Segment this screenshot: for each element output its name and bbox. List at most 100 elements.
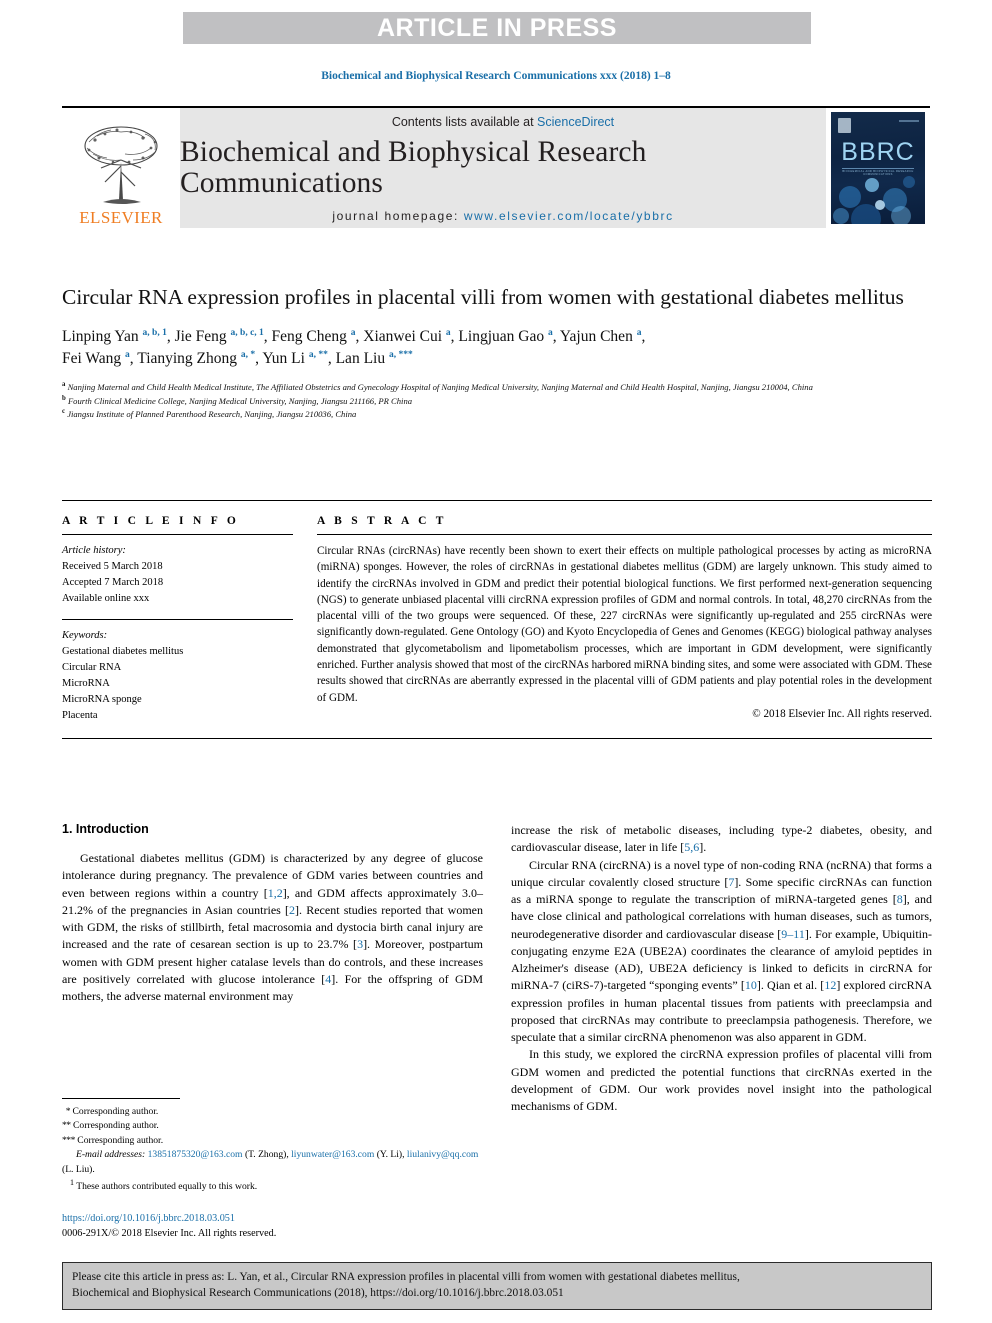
email-addresses-label: E-mail addresses: (76, 1149, 146, 1161)
affiliation-marker: c (62, 408, 66, 416)
elsevier-wordmark: ELSEVIER (79, 208, 163, 227)
article-history-block: Article history: Received 5 March 2018 A… (62, 543, 293, 607)
cover-bubble (865, 178, 879, 192)
cover-top-rule (899, 120, 919, 122)
cover-divider (842, 168, 914, 169)
keyword-item: MicroRNA sponge (62, 693, 142, 705)
footnote-equal-contribution: 1 These authors contributed equally to t… (62, 1177, 483, 1195)
bbrc-cover-title: BBRC (841, 138, 915, 166)
doi-link[interactable]: https://doi.org/10.1016/j.bbrc.2018.03.0… (62, 1211, 483, 1226)
footnote-corresponding-3: *** Corresponding author. (62, 1134, 483, 1148)
elsevier-logo: ELSEVIER (62, 108, 180, 228)
email-link-li[interactable]: liyunwater@163.com (291, 1149, 374, 1160)
keyword-item: MicroRNA (62, 677, 110, 689)
affiliation-text: Fourth Clinical Medicine College, Nanjin… (67, 395, 413, 406)
journal-masthead: ELSEVIER Contents lists available at Sci… (62, 106, 930, 228)
footnote-emails: E-mail addresses: 13851875320@163.com (T… (62, 1149, 479, 1175)
email-owner-liu: (L. Liu) (62, 1163, 93, 1175)
article-in-press-label: ARTICLE IN PRESS (377, 13, 617, 42)
affiliation-marker: a (62, 380, 66, 388)
doi-block: https://doi.org/10.1016/j.bbrc.2018.03.0… (62, 1211, 483, 1242)
info-abstract-band: A R T I C L E I N F O Article history: R… (62, 500, 932, 739)
footnote-separator (62, 1098, 180, 1099)
section-heading-introduction: 1. Introduction (62, 822, 149, 836)
email-link-liu[interactable]: liulanivy@qq.com (407, 1149, 478, 1160)
keyword-item: Placenta (62, 709, 98, 721)
elsevier-tree-icon (84, 126, 158, 204)
footnotes-block: * Corresponding author. ** Corresponding… (62, 1098, 483, 1241)
issn-copyright: 0006-291X/© 2018 Elsevier Inc. All right… (62, 1227, 277, 1239)
author-line-1: Linping Yan a, b, 1, Jie Feng a, b, c, 1… (62, 327, 646, 345)
affiliation-item: a Nanjing Maternal and Child Health Medi… (62, 380, 932, 394)
cover-bubble (839, 186, 861, 208)
bbrc-cover-image: BBRC BIOCHEMICAL AND BIOPHYSICAL RESEARC… (831, 112, 925, 224)
cite-line-2: Biochemical and Biophysical Research Com… (72, 1287, 564, 1300)
email-owner-zhong: (T. Zhong) (244, 1149, 287, 1161)
triple-asterisk-icon: *** (62, 1134, 75, 1146)
abstract-text: Circular RNAs (circRNAs) have recently b… (317, 545, 932, 704)
keyword-item: Circular RNA (62, 661, 122, 673)
title-block: Circular RNA expression profiles in plac… (62, 284, 932, 421)
affiliation-marker: b (62, 394, 66, 402)
affiliation-text: Nanjing Maternal and Child Health Medica… (67, 381, 813, 392)
footnote-corresponding-2: ** Corresponding author. (62, 1119, 483, 1133)
elsevier-mark-icon (838, 118, 851, 133)
email-owner-li: (Y. Li) (376, 1149, 403, 1161)
intro-paragraph-right-1: increase the risk of metabolic diseases,… (511, 823, 932, 855)
footnote-text: Corresponding author. (72, 1106, 159, 1117)
article-in-press-banner: ARTICLE IN PRESS (183, 12, 811, 44)
double-asterisk-icon: ** (62, 1120, 71, 1132)
affiliation-list: a Nanjing Maternal and Child Health Medi… (62, 380, 932, 421)
asterisk-icon: * (62, 1106, 71, 1117)
footnote-text: Corresponding author. (73, 1120, 159, 1132)
cite-line-1: Please cite this article in press as: L.… (72, 1271, 740, 1283)
affiliation-item: c Jiangsu Institute of Planned Parenthoo… (62, 407, 932, 421)
keywords-block: Keywords: Gestational diabetes mellitus … (62, 628, 293, 724)
footnote-marker: 1 (70, 1177, 74, 1187)
cover-bubble (875, 200, 885, 210)
keyword-item: Gestational diabetes mellitus (62, 645, 184, 657)
journal-title: Biochemical and Biophysical Research Com… (180, 136, 647, 199)
affiliation-item: b Fourth Clinical Medicine College, Nanj… (62, 394, 932, 408)
article-history-item: Accepted 7 March 2018 (62, 576, 164, 588)
contents-prefix: Contents lists available at (391, 115, 538, 130)
footnote-text: These authors contributed equally to thi… (76, 1181, 258, 1193)
abstract-heading: A B S T R A C T (317, 515, 447, 527)
contents-available-line: Contents lists available at ScienceDirec… (392, 115, 614, 129)
sciencedirect-link[interactable]: ScienceDirect (537, 115, 614, 129)
intro-paragraph-right-3: In this study, we explored the circRNA e… (511, 1047, 932, 1114)
abstract-copyright: © 2018 Elsevier Inc. All rights reserved… (752, 707, 932, 720)
band-bottom-rule (62, 737, 932, 739)
page-title: Circular RNA expression profiles in plac… (62, 285, 904, 309)
journal-banner: Contents lists available at ScienceDirec… (180, 108, 826, 228)
footnote-text: Corresponding author. (77, 1134, 164, 1146)
cite-this-article-box: Please cite this article in press as: L.… (62, 1262, 932, 1310)
journal-homepage-link[interactable]: www.elsevier.com/locate/ybbrc (464, 209, 674, 223)
article-info-rule (62, 534, 293, 535)
footnote-corresponding-1: * Corresponding author. (62, 1105, 483, 1119)
running-head: Biochemical and Biophysical Research Com… (321, 70, 671, 82)
article-info-column: A R T I C L E I N F O Article history: R… (62, 515, 317, 724)
affiliation-text: Jiangsu Institute of Planned Parenthood … (67, 409, 357, 420)
article-history-item: Received 5 March 2018 (62, 560, 163, 572)
cover-bubble (833, 208, 849, 224)
abstract-rule (317, 534, 932, 535)
intro-paragraph-left: Gestational diabetes mellitus (GDM) is c… (62, 851, 484, 1004)
email-link-zhong[interactable]: 13851875320@163.com (148, 1149, 243, 1160)
article-history-item: Available online xxx (62, 592, 150, 604)
body-column-right: increase the risk of metabolic diseases,… (511, 822, 932, 1222)
journal-homepage-line: journal homepage: www.elsevier.com/locat… (332, 209, 673, 223)
cover-bubble (903, 176, 915, 188)
article-history-label: Article history: (62, 545, 126, 556)
author-list: Linping Yan a, b, 1, Jie Feng a, b, c, 1… (62, 326, 932, 370)
homepage-prefix: journal homepage: (332, 208, 464, 223)
keywords-label: Keywords: (62, 629, 108, 641)
author-line-2: Fei Wang a, Tianying Zhong a, *, Yun Li … (62, 349, 413, 367)
cover-bubble (891, 206, 911, 224)
journal-cover: BBRC BIOCHEMICAL AND BIOPHYSICAL RESEARC… (826, 108, 930, 228)
keywords-rule (62, 618, 293, 620)
bbrc-cover-subtitle: BIOCHEMICAL AND BIOPHYSICAL RESEARCH COM… (842, 170, 914, 176)
article-info-heading: A R T I C L E I N F O (62, 515, 240, 527)
intro-paragraph-right-2: Circular RNA (circRNA) is a novel type o… (511, 857, 933, 1045)
